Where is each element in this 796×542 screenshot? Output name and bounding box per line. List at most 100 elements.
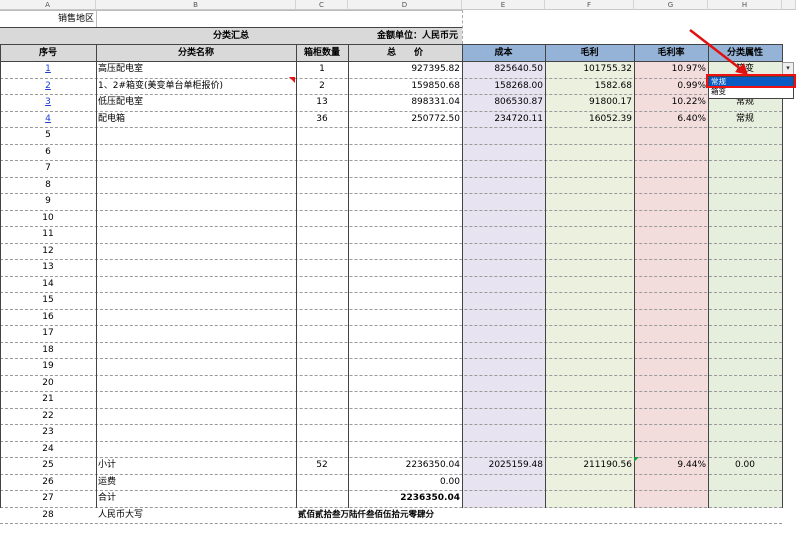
row-boxes[interactable]: 13	[296, 94, 348, 111]
row-profit[interactable]: 91800.17	[545, 94, 634, 111]
row-gridline	[0, 342, 782, 343]
column-header-d[interactable]: D	[348, 0, 462, 10]
row-gridline	[0, 144, 782, 145]
column-header-c[interactable]: C	[296, 0, 348, 10]
row-gridline	[0, 457, 782, 458]
grand-total-label[interactable]: 合计	[96, 490, 296, 507]
column-header-a[interactable]: A	[0, 0, 96, 10]
row-name[interactable]: 配电箱	[96, 111, 296, 128]
row-seq-link[interactable]: 4	[0, 111, 96, 128]
row-seq[interactable]: 21	[0, 391, 96, 408]
row-margin[interactable]: 10.22%	[634, 94, 708, 111]
row-gridline	[0, 111, 782, 112]
header-name: 分类名称	[177, 48, 214, 58]
row-margin[interactable]: 6.40%	[634, 111, 708, 128]
freight-total[interactable]: 0.00	[348, 474, 462, 491]
row-boxes[interactable]: 1	[296, 61, 348, 78]
row-seq[interactable]: 16	[0, 309, 96, 326]
currency-note: 金额单位：人民币元	[376, 31, 458, 41]
row-margin[interactable]: 10.97%	[634, 61, 708, 78]
row-gridline	[0, 94, 782, 95]
row-margin[interactable]: 0.99%	[634, 78, 708, 95]
column-header-b[interactable]: B	[96, 0, 296, 10]
row-gridline	[0, 474, 782, 475]
row-seq[interactable]: 15	[0, 292, 96, 309]
row-seq[interactable]: 13	[0, 259, 96, 276]
row-gridline	[0, 309, 782, 310]
row-profit[interactable]: 16052.39	[545, 111, 634, 128]
freight-seq: 26	[42, 476, 54, 487]
column-border	[296, 44, 297, 508]
row-seq[interactable]: 7	[0, 160, 96, 177]
row-total[interactable]: 927395.82	[348, 61, 462, 78]
capital-label[interactable]: 人民币大写	[96, 507, 296, 524]
row-name[interactable]: 1、2#箱变(美变单台单柜报价)	[96, 78, 296, 95]
row-total[interactable]: 898331.04	[348, 94, 462, 111]
row-seq-link[interactable]: 1	[0, 61, 96, 78]
dropdown-option[interactable]: 箱变	[709, 87, 793, 97]
capital-amount-text[interactable]: 贰佰贰拾叁万陆仟叁佰伍拾元零肆分	[296, 507, 462, 524]
row-category[interactable]: 常规	[708, 111, 782, 128]
row-boxes[interactable]: 36	[296, 111, 348, 128]
row-seq-link[interactable]: 3	[0, 94, 96, 111]
column-border	[545, 44, 546, 508]
subtotal-cost[interactable]: 2025159.48	[462, 457, 545, 474]
row-seq[interactable]: 22	[0, 408, 96, 425]
column-header-g[interactable]: G	[634, 0, 708, 10]
subtotal-extra[interactable]: 0.00	[708, 457, 782, 474]
row-name[interactable]: 低压配电室	[96, 94, 296, 111]
row-cost[interactable]: 234720.11	[462, 111, 545, 128]
column-header-extra	[782, 0, 796, 10]
row-gridline	[0, 523, 782, 524]
row-gridline	[0, 160, 782, 161]
row-gridline	[0, 292, 782, 293]
subtotal-profit[interactable]: 211190.56	[545, 457, 634, 474]
grand-total-value[interactable]: 2236350.04	[348, 490, 462, 507]
column-header-e[interactable]: E	[462, 0, 545, 10]
header-gross-profit: 毛利	[580, 48, 599, 58]
row-seq[interactable]: 9	[0, 193, 96, 210]
column-border	[708, 44, 709, 508]
row-seq[interactable]: 10	[0, 210, 96, 227]
row-profit[interactable]: 1582.68	[545, 78, 634, 95]
row-gridline	[0, 276, 782, 277]
row-seq[interactable]: 12	[0, 243, 96, 260]
row-seq[interactable]: 19	[0, 358, 96, 375]
row-gridline	[0, 210, 782, 211]
row-seq[interactable]: 5	[0, 127, 96, 144]
row-profit[interactable]: 101755.32	[545, 61, 634, 78]
row-cost[interactable]: 806530.87	[462, 94, 545, 111]
row-seq[interactable]: 14	[0, 276, 96, 293]
row-name[interactable]: 高压配电室	[96, 61, 296, 78]
row-seq-link[interactable]: 2	[0, 78, 96, 95]
column-border	[96, 44, 97, 508]
row-seq[interactable]: 11	[0, 226, 96, 243]
subtotal-total[interactable]: 2236350.04	[348, 457, 462, 474]
row-boxes[interactable]: 2	[296, 78, 348, 95]
row-gridline	[0, 177, 782, 178]
subtotal-boxes[interactable]: 52	[296, 457, 348, 474]
row-total[interactable]: 159850.68	[348, 78, 462, 95]
row-seq[interactable]: 8	[0, 177, 96, 194]
row-seq[interactable]: 24	[0, 441, 96, 458]
row-gridline	[0, 424, 782, 425]
sales-region-label: 销售地区	[57, 14, 94, 24]
subtotal-label[interactable]: 小计	[96, 457, 296, 474]
row-seq[interactable]: 20	[0, 375, 96, 392]
row-seq[interactable]: 17	[0, 325, 96, 342]
freight-label[interactable]: 运费	[96, 474, 296, 491]
row-gridline	[0, 226, 782, 227]
column-header-h[interactable]: H	[708, 0, 782, 10]
row-seq[interactable]: 6	[0, 144, 96, 161]
row-seq[interactable]: 23	[0, 424, 96, 441]
row-cost[interactable]: 825640.50	[462, 61, 545, 78]
subtotal-seq: 25	[42, 460, 54, 470]
row-gridline	[0, 408, 782, 409]
row-cost[interactable]: 158268.00	[462, 78, 545, 95]
row-total[interactable]: 250772.50	[348, 111, 462, 128]
separator-top	[462, 10, 463, 44]
column-border	[0, 44, 1, 508]
column-header-f[interactable]: F	[545, 0, 634, 10]
subtotal-margin[interactable]: 9.44%	[634, 457, 708, 474]
row-seq[interactable]: 18	[0, 342, 96, 359]
